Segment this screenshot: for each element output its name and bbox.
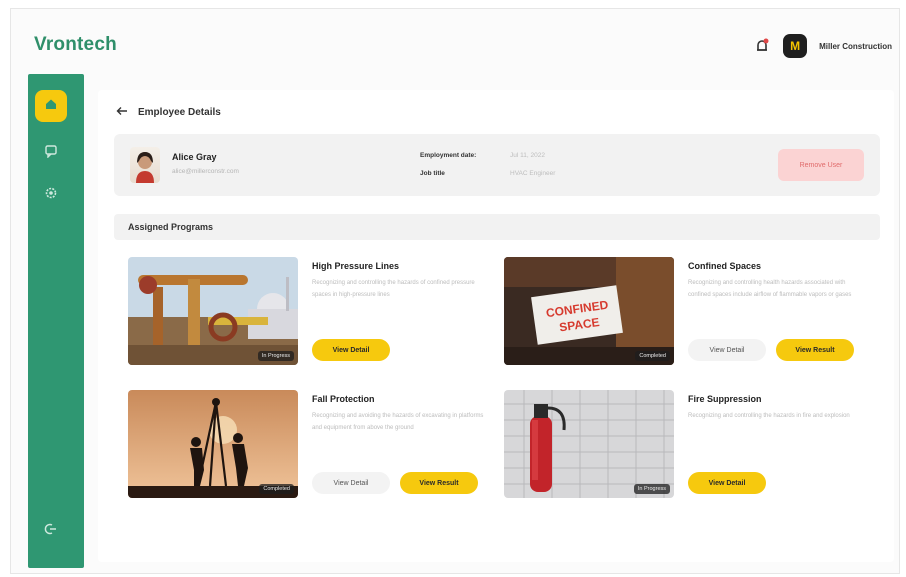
program-description: Recognizing and avoiding the hazards of … xyxy=(312,413,484,431)
section-title: Assigned Programs xyxy=(128,222,214,232)
program-title: Fall Protection xyxy=(312,394,375,404)
page-title: Employee Details xyxy=(138,107,221,118)
remove-user-button[interactable]: Remove User xyxy=(778,149,864,181)
sidebar-item-home[interactable] xyxy=(35,90,67,122)
status-badge: Completed xyxy=(259,484,294,494)
view-detail-button[interactable]: View Detail xyxy=(688,472,766,494)
program-image[interactable]: In Progress xyxy=(504,390,674,498)
job-title-label: Job title xyxy=(420,170,445,177)
employee-name: Alice Gray xyxy=(172,152,217,162)
employment-date-value: Jul 11, 2022 xyxy=(510,152,545,159)
sidebar-item-messages[interactable] xyxy=(42,144,60,162)
program-image[interactable]: In Progress xyxy=(128,257,298,365)
breadcrumb: Employee Details xyxy=(116,106,221,119)
program-title: Fire Suppression xyxy=(688,394,762,404)
program-description: Recognizing and controlling the hazards … xyxy=(312,280,475,298)
status-badge: In Progress xyxy=(633,484,670,494)
logout-icon xyxy=(44,522,58,541)
home-icon xyxy=(44,97,58,116)
gear-icon xyxy=(44,186,58,205)
view-detail-button[interactable]: View Detail xyxy=(688,339,766,361)
employment-date-label: Employment date: xyxy=(420,152,477,159)
program-image[interactable]: Completed xyxy=(128,390,298,498)
sidebar-item-logout[interactable] xyxy=(42,522,60,540)
company-avatar[interactable]: M xyxy=(783,34,808,58)
notification-bell-icon[interactable] xyxy=(753,37,771,55)
status-badge: In Progress xyxy=(257,351,294,361)
status-badge: Completed xyxy=(635,351,670,361)
sidebar-item-settings[interactable] xyxy=(42,186,60,204)
employee-card: Alice Gray alice@millerconstr.com Employ… xyxy=(114,134,880,196)
program-title: Confined Spaces xyxy=(688,261,762,271)
program-card-fall-protection: Completed Fall Protection Recognizing an… xyxy=(128,390,498,502)
employee-email: alice@millerconstr.com xyxy=(172,168,239,175)
program-description: Recognizing and controlling the hazards … xyxy=(688,413,850,419)
chat-icon xyxy=(44,144,58,163)
program-card-confined-spaces: CONFINED SPACE Completed Confined Spaces… xyxy=(504,257,874,369)
company-name[interactable]: Miller Construction xyxy=(819,42,892,51)
top-right-bar: M Miller Construction xyxy=(753,34,892,58)
assigned-programs-header: Assigned Programs xyxy=(114,214,880,240)
brand-logo[interactable]: Vrontech xyxy=(34,34,117,56)
view-detail-button[interactable]: View Detail xyxy=(312,472,390,494)
program-description: Recognizing and controlling health hazar… xyxy=(688,280,852,298)
back-arrow-icon[interactable] xyxy=(116,106,128,119)
employee-avatar xyxy=(130,147,160,183)
program-card-high-pressure: In Progress High Pressure Lines Recogniz… xyxy=(128,257,498,369)
view-result-button[interactable]: View Result xyxy=(776,339,854,361)
view-result-button[interactable]: View Result xyxy=(400,472,478,494)
job-title-value: HVAC Engineer xyxy=(510,170,556,177)
program-title: High Pressure Lines xyxy=(312,261,400,271)
view-detail-button[interactable]: View Detail xyxy=(312,339,390,361)
program-card-fire-suppression: In Progress Fire Suppression Recognizing… xyxy=(504,390,874,502)
program-image[interactable]: CONFINED SPACE Completed xyxy=(504,257,674,365)
sidebar xyxy=(28,74,84,568)
main-panel: Employee Details Alice Gray alice@miller… xyxy=(98,90,894,562)
